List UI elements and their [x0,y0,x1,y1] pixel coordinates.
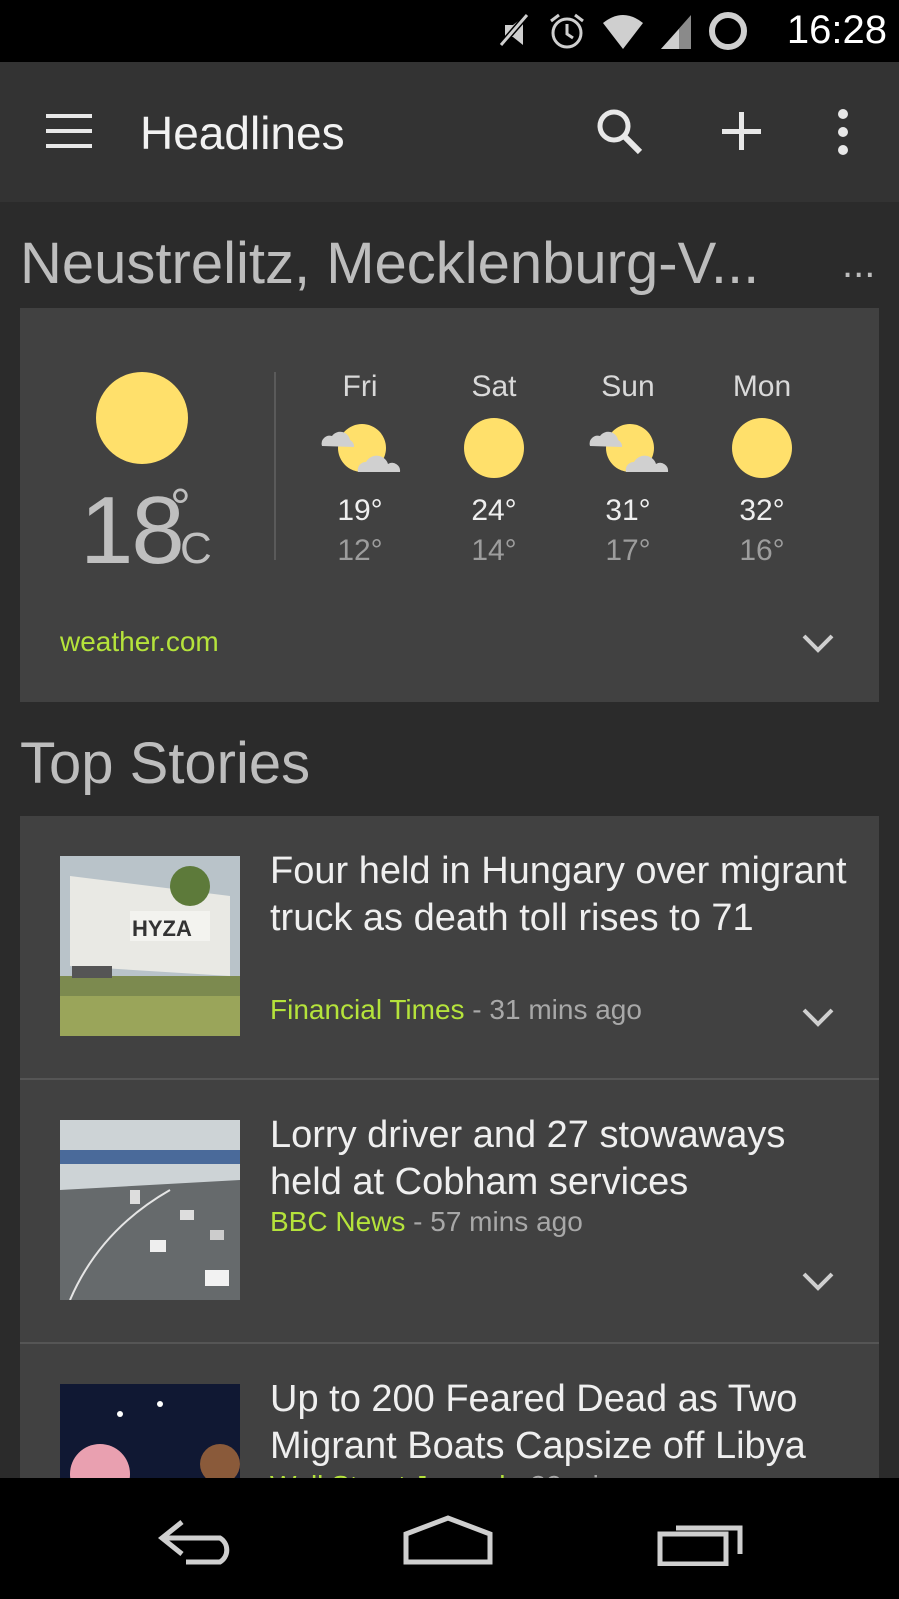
section-title: Top Stories [20,731,311,796]
forecast-high: 31° [605,494,651,527]
sunny-icon [702,416,822,480]
temperature-unit: C [180,524,212,573]
sunny-icon [96,372,188,464]
story-item[interactable]: Lorry driver and 27 stowaways held at Co… [20,1080,879,1342]
back-icon[interactable] [156,1514,242,1566]
current-temperature: 18 [80,477,185,584]
story-thumbnail[interactable] [60,1120,240,1300]
location-more-button[interactable]: ... [842,242,875,287]
forecast-day: Fri 19° 12° [300,370,420,568]
story-source[interactable]: Wall Street Journal [270,1470,506,1478]
mute-icon [498,13,530,47]
forecast-low: 12° [337,534,383,567]
forecast-high: 19° [337,494,383,527]
recents-icon[interactable] [656,1514,746,1566]
app-bar: Headlines [0,62,899,202]
divider [274,372,276,560]
svg-text:HYZA: HYZA [132,916,192,941]
story-thumbnail[interactable]: HYZA [60,856,240,1036]
weather-source-link[interactable]: weather.com [60,626,219,658]
alarm-icon [550,13,584,49]
menu-icon[interactable] [46,112,94,152]
forecast-day-name: Fri [342,370,378,403]
overflow-menu-icon[interactable] [830,106,856,158]
story-meta: BBC News - 57 mins ago [270,1206,583,1238]
forecast-day-name: Sun [601,370,655,403]
story-source[interactable]: BBC News [270,1206,405,1237]
search-icon[interactable] [594,106,646,158]
forecast-high: 32° [739,494,785,527]
forecast-day-name: Sat [471,370,517,403]
story-time: - 31 mins ago [464,994,642,1025]
battery-charging-icon [709,12,747,50]
story-source[interactable]: Financial Times [270,994,465,1025]
story-time: - 57 mins ago [405,1206,583,1237]
forecast-day-name: Mon [732,370,792,403]
story-item[interactable]: Up to 200 Feared Dead as Two Migrant Boa… [20,1344,879,1478]
status-time: 16:28 [786,8,887,52]
chevron-down-icon[interactable] [800,630,836,654]
navigation-bar [0,1478,899,1599]
story-title[interactable]: Up to 200 Feared Dead as Two Migrant Boa… [270,1376,850,1470]
sunny-icon [434,416,554,480]
forecast-day: Sun 31° 17° [568,370,688,568]
story-thumbnail[interactable] [60,1384,240,1478]
add-icon[interactable] [716,106,768,158]
story-title[interactable]: Four held in Hungary over migrant truck … [270,848,850,942]
forecast-low: 14° [471,534,517,567]
wifi-icon [603,15,643,49]
signal-icon [661,15,691,49]
forecast-low: 16° [739,534,785,567]
forecast-low: 17° [605,534,651,567]
forecast-high: 24° [471,494,517,527]
app-title: Headlines [140,107,345,159]
top-stories-card: HYZA Four held in Hungary over migrant t… [20,816,879,1478]
status-bar: 16:28 [0,0,899,62]
weather-card[interactable]: 18 ° C Fri 19° 12° Sat 24° 14° Sun 31° 1… [20,308,879,702]
story-item[interactable]: HYZA Four held in Hungary over migrant t… [20,816,879,1078]
home-icon[interactable] [402,1514,494,1566]
story-meta: Financial Times - 31 mins ago [270,994,642,1026]
chevron-down-icon[interactable] [800,1004,836,1028]
story-title[interactable]: Lorry driver and 27 stowaways held at Co… [270,1112,850,1206]
story-time: - 32 mins ago [506,1470,683,1478]
weather-location[interactable]: Neustrelitz, Mecklenburg-V... [20,230,790,297]
chevron-down-icon[interactable] [800,1268,836,1292]
content-scroll-area[interactable]: Neustrelitz, Mecklenburg-V... ... 18 ° C… [0,202,899,1478]
partly-cloudy-icon [300,416,420,480]
partly-cloudy-icon [568,416,688,480]
forecast-day: Mon 32° 16° [702,370,822,568]
story-meta: Wall Street Journal - 32 mins ago [270,1470,683,1478]
status-icons [497,10,749,52]
forecast-day: Sat 24° 14° [434,370,554,568]
